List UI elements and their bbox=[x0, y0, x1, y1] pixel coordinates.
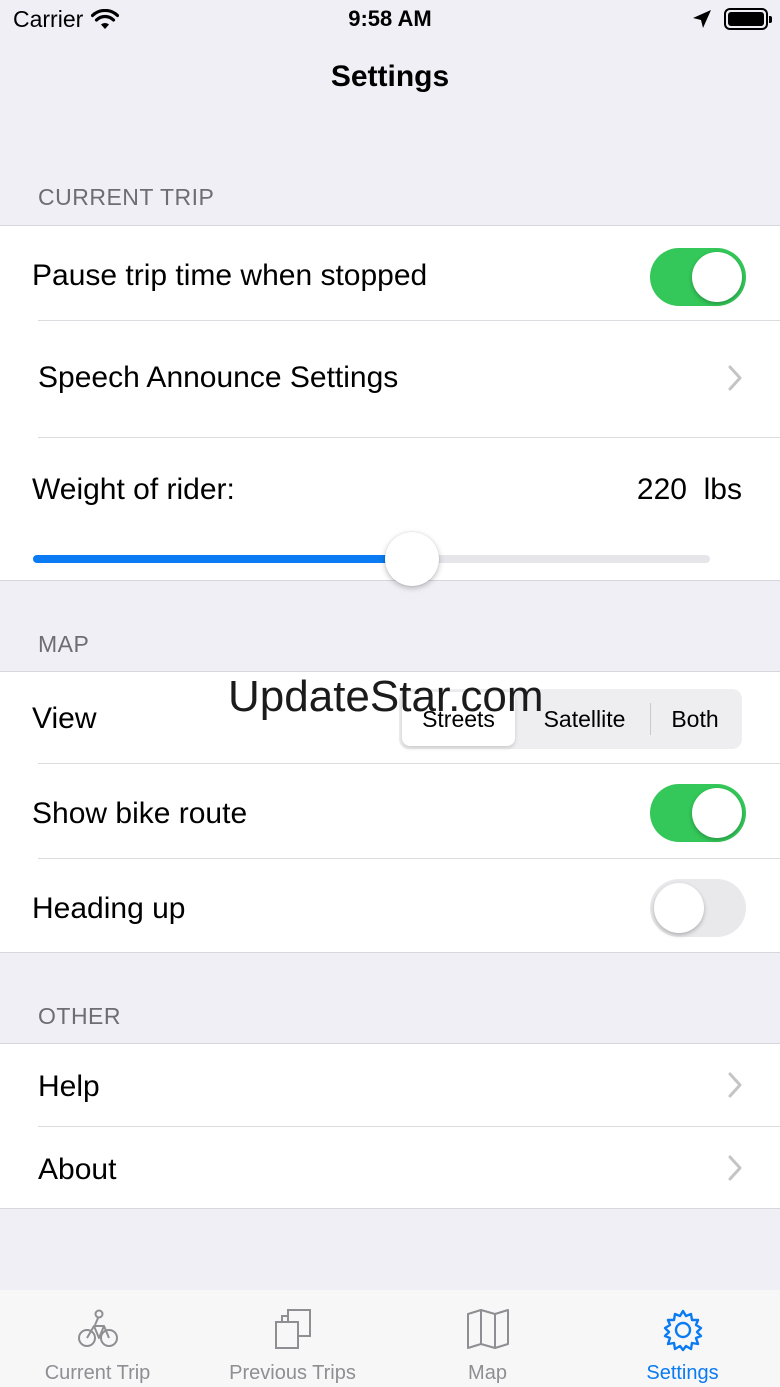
tab-previous-trips[interactable]: Previous Trips bbox=[195, 1290, 390, 1387]
stacked-pages-icon bbox=[274, 1309, 311, 1349]
battery-icon bbox=[724, 8, 772, 30]
chevron-right-icon bbox=[728, 365, 742, 391]
about-row[interactable]: About bbox=[0, 1127, 780, 1210]
pause-trip-toggle[interactable] bbox=[650, 248, 746, 306]
view-row: View Streets Satellite Both bbox=[0, 672, 780, 763]
weight-readout: 220 lbs bbox=[637, 473, 742, 507]
weight-label: Weight of rider: bbox=[32, 473, 235, 506]
tab-label: Map bbox=[468, 1362, 507, 1384]
view-label: View bbox=[32, 702, 97, 735]
page-title: Settings bbox=[330, 60, 450, 93]
status-right bbox=[692, 8, 772, 30]
status-time: 9:58 AM bbox=[348, 6, 432, 31]
tab-settings[interactable]: Settings bbox=[585, 1290, 780, 1387]
speech-announce-label: Speech Announce Settings bbox=[38, 361, 399, 394]
weight-slider-fill bbox=[33, 555, 413, 563]
map-view-segmented-control: Streets Satellite Both bbox=[399, 689, 742, 749]
other-group: Help About bbox=[0, 1043, 780, 1209]
bike-route-row: Show bike route bbox=[0, 764, 780, 858]
weight-value: 220 bbox=[636, 473, 687, 506]
segment-satellite[interactable]: Satellite bbox=[519, 692, 650, 746]
map-icon bbox=[466, 1309, 509, 1349]
pause-trip-label: Pause trip time when stopped bbox=[32, 259, 428, 292]
tab-label: Current Trip bbox=[44, 1362, 151, 1384]
pause-trip-row: Pause trip time when stopped bbox=[0, 226, 780, 321]
location-arrow-icon bbox=[693, 10, 711, 28]
weight-row: Weight of rider: 220 lbs bbox=[0, 438, 780, 586]
heading-up-row: Heading up bbox=[0, 859, 780, 954]
section-header-other: OTHER bbox=[38, 1003, 121, 1029]
tab-current-trip[interactable]: Current Trip bbox=[0, 1290, 195, 1387]
tab-label: Settings bbox=[646, 1362, 719, 1384]
bike-route-label: Show bike route bbox=[32, 797, 248, 830]
map-group: View Streets Satellite Both Show bike ro… bbox=[0, 671, 780, 953]
weight-unit: lbs bbox=[703, 473, 742, 506]
segment-streets[interactable]: Streets bbox=[402, 692, 515, 746]
tab-map[interactable]: Map bbox=[390, 1290, 585, 1387]
tab-bar: Current Trip Previous Trips Map Settings bbox=[0, 1290, 780, 1387]
gear-icon bbox=[663, 1309, 702, 1352]
section-header-current-trip: CURRENT TRIP bbox=[38, 184, 215, 210]
about-label: About bbox=[38, 1153, 117, 1186]
current-trip-group: Pause trip time when stopped Speech Anno… bbox=[0, 225, 780, 586]
bike-route-toggle[interactable] bbox=[650, 784, 746, 842]
section-header-map: MAP bbox=[38, 631, 90, 657]
chevron-right-icon bbox=[728, 1072, 742, 1098]
speech-announce-row[interactable]: Speech Announce Settings bbox=[0, 321, 780, 437]
weight-slider-thumb[interactable] bbox=[385, 532, 440, 586]
segment-both[interactable]: Both bbox=[651, 692, 739, 746]
bicycle-icon bbox=[77, 1309, 118, 1347]
chevron-right-icon bbox=[728, 1155, 742, 1181]
weight-slider[interactable] bbox=[33, 555, 710, 563]
status-bar: Carrier 9:58 AM bbox=[0, 0, 780, 42]
heading-up-toggle[interactable] bbox=[650, 879, 746, 937]
tab-label: Previous Trips bbox=[229, 1362, 356, 1384]
heading-up-label: Heading up bbox=[32, 892, 186, 925]
help-row[interactable]: Help bbox=[0, 1044, 780, 1126]
help-label: Help bbox=[38, 1070, 100, 1103]
